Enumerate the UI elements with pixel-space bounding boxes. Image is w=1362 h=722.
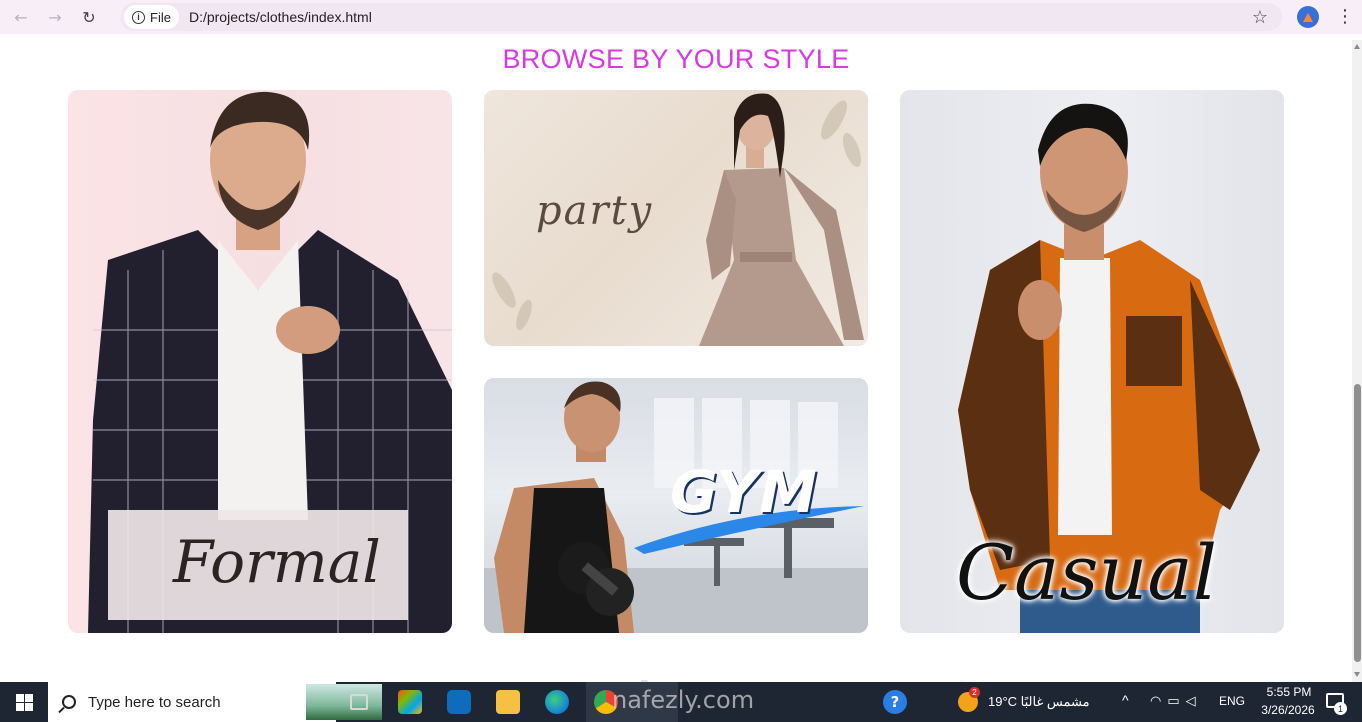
style-card-formal[interactable]: Formal (68, 90, 452, 633)
watermark-latin: nafezly.com (612, 686, 755, 714)
url-text[interactable]: D:/projects/clothes/index.html (189, 9, 372, 25)
reload-button[interactable]: ↻ (72, 0, 106, 34)
browser-toolbar: ← → ↻ i File D:/projects/clothes/index.h… (0, 0, 1362, 34)
outlook-icon[interactable] (447, 690, 471, 714)
tray-status-icons[interactable]: ◠▭◁ (1150, 693, 1202, 709)
clock-date[interactable]: 3/26/2026 (1255, 703, 1321, 717)
taskbar-search-box[interactable]: Type here to search (48, 682, 382, 722)
file-explorer-icon[interactable] (496, 690, 520, 714)
page-content: BROWSE BY YOUR STYLE Formal party GYM Ca… (0, 40, 1352, 682)
search-icon (62, 695, 76, 709)
language-indicator[interactable]: ENG (1219, 694, 1245, 708)
search-placeholder: Type here to search (88, 693, 221, 711)
edge-icon[interactable] (545, 690, 569, 714)
microsoft-store-icon[interactable] (398, 690, 422, 714)
clock-time[interactable]: 5:55 PM (1260, 685, 1318, 699)
site-chip-label: File (150, 9, 171, 25)
info-icon: i (132, 10, 145, 24)
weather-desc: مشمس غالبًا (1020, 694, 1090, 709)
profile-avatar-icon[interactable] (1297, 6, 1319, 28)
style-card-casual[interactable]: Casual (900, 90, 1284, 633)
weather-temp: 19°C (988, 694, 1018, 709)
formal-label: Formal (173, 528, 381, 596)
weather-text[interactable]: 19°C مشمس غالبًا (988, 694, 1090, 710)
weather-badge: 2 (969, 687, 980, 698)
casual-label: Casual (956, 528, 1218, 617)
task-view-icon[interactable] (350, 694, 368, 710)
scroll-down-arrow-icon[interactable] (1354, 672, 1360, 677)
style-card-gym[interactable]: GYM (484, 378, 868, 633)
site-info-chip[interactable]: i File (124, 5, 179, 29)
star-icon[interactable]: ☆ (1252, 7, 1268, 28)
style-card-party[interactable]: party (484, 90, 868, 346)
arrow-left-icon: ← (14, 7, 28, 27)
reload-icon: ↻ (82, 7, 96, 27)
section-title: BROWSE BY YOUR STYLE (502, 44, 850, 74)
forward-button[interactable]: → (38, 0, 72, 34)
scroll-up-arrow-icon[interactable] (1354, 44, 1360, 49)
browser-menu-icon[interactable]: ⋮ (1336, 6, 1354, 28)
scrollbar-thumb[interactable] (1354, 384, 1361, 662)
help-icon[interactable]: ? (883, 690, 907, 714)
back-button[interactable]: ← (4, 0, 38, 34)
address-bar[interactable]: i File D:/projects/clothes/index.html ☆ (120, 3, 1282, 31)
notification-badge: 1 (1334, 702, 1347, 715)
windows-start-icon[interactable] (0, 682, 48, 722)
windows-taskbar: Type here to search nafezly.com ? 2 19°C… (0, 682, 1362, 722)
tray-chevron-up-icon[interactable]: ^ (1122, 692, 1129, 708)
gym-label: GYM (670, 458, 818, 526)
party-label: party (536, 188, 654, 234)
watermark-arabic: نفذلي (598, 674, 714, 682)
search-highlight-image (306, 684, 382, 720)
arrow-right-icon: → (48, 7, 62, 27)
